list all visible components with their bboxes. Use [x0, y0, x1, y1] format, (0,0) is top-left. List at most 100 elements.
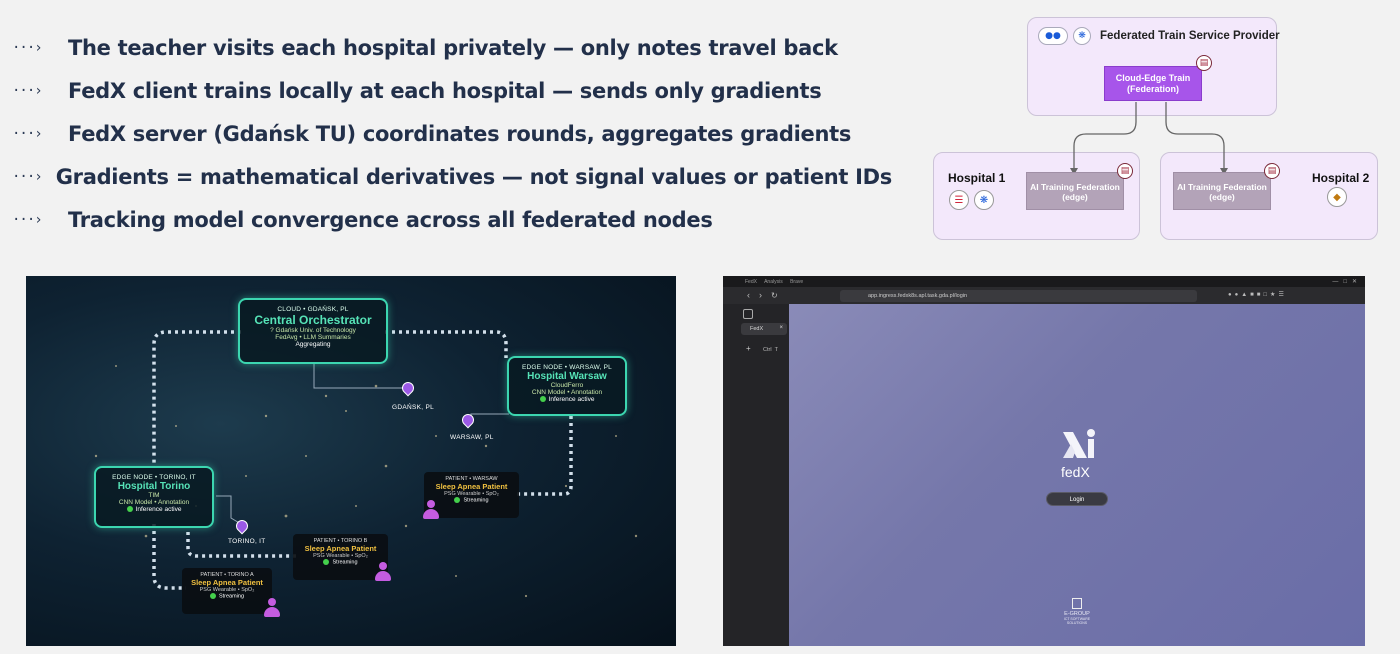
arrow-icon: ···› — [12, 125, 43, 142]
menu-item[interactable]: Analysis — [764, 279, 783, 285]
node-detail: CNN Model • Annotation — [118, 499, 190, 506]
bullet-item: ···› The teacher visits each hospital pr… — [12, 26, 892, 69]
fedx-db-icon: ▤ — [1117, 163, 1133, 179]
provider-title: Federated Train Service Provider — [1100, 30, 1280, 42]
patient-torino-a-card: PATIENT • TORINO A Sleep Apnea Patient P… — [182, 568, 272, 614]
window-controls[interactable]: — □ ✕ — [1332, 278, 1357, 285]
kubernetes-icon: ❋ — [974, 190, 994, 210]
login-button[interactable]: Login — [1046, 492, 1108, 506]
app-name: fedX — [1061, 464, 1090, 480]
person-icon — [263, 598, 281, 618]
node-status: Inference active — [548, 396, 595, 403]
hospital2-label: Hospital 2 — [1312, 171, 1370, 185]
new-tab-shortcut: Ctrl T — [763, 347, 778, 353]
forward-icon[interactable]: › — [759, 290, 762, 300]
patient-status: Streaming — [218, 593, 245, 600]
menu-item[interactable]: Brave — [790, 279, 803, 285]
diagram-connectors — [1070, 102, 1228, 175]
bullet-item: ···› FedX server (Gdańsk TU) coordinates… — [12, 112, 892, 155]
reload-icon[interactable]: ↻ — [771, 291, 778, 300]
node-location: EDGE NODE • WARSAW, PL — [522, 364, 612, 371]
node-location: EDGE NODE • TORINO, IT — [112, 474, 196, 481]
patient-status: Streaming — [463, 497, 489, 504]
new-tab-icon[interactable]: + — [746, 344, 751, 353]
node-detail: CNN Model • Annotation — [531, 389, 603, 396]
ai-training-node-2: AI Training Federation (edge) — [1173, 172, 1271, 210]
node-status: Aggregating — [295, 341, 331, 348]
status-dot-icon — [539, 396, 546, 403]
database-icon: ☰ — [949, 190, 969, 210]
arrow-icon: ···› — [12, 211, 43, 228]
sidebar-toggle-icon[interactable] — [743, 309, 753, 319]
bullet-item: ···› Tracking model convergence across a… — [12, 198, 892, 241]
egroup-logo: E-GROUP ICT SOFTWARE SOLUTIONS — [1055, 598, 1099, 625]
provider-logo-icon: ●● — [1038, 27, 1068, 45]
egroup-mark-icon — [1072, 598, 1082, 609]
kubernetes-icon: ❋ — [1073, 27, 1091, 45]
location-pin-icon — [459, 411, 477, 430]
bullet-text: FedX server (Gdańsk TU) coordinates roun… — [68, 121, 852, 146]
back-icon[interactable]: ‹ — [747, 290, 750, 300]
ai-training-node-1: AI Training Federation (edge) — [1026, 172, 1124, 210]
location-pin-icon — [399, 379, 417, 398]
patient-status: Streaming — [332, 559, 358, 566]
ai-training-sublabel: (edge) — [1062, 192, 1088, 202]
url-text: app.ingress.fedxk8s.apl.task.gda.pl/logi… — [868, 293, 968, 299]
bullet-text: Gradients = mathematical derivatives — n… — [55, 164, 893, 189]
node-detail: FedAvg • LLM Summaries — [275, 334, 351, 341]
status-dot-icon — [209, 593, 216, 599]
city-label: TORINO, IT — [228, 538, 266, 545]
patient-title: Sleep Apnea Patient — [304, 544, 377, 553]
location-pin-icon — [233, 517, 251, 536]
patient-title: Sleep Apnea Patient — [435, 482, 508, 491]
ai-training-label: AI Training Federation — [1177, 182, 1267, 192]
tab-label: FedX — [750, 326, 764, 332]
bullet-text: Tracking model convergence across all fe… — [68, 207, 713, 232]
city-label: GDAŃSK, PL — [392, 404, 435, 411]
node-title: Central Orchestrator — [254, 313, 372, 327]
diamond-icon: ◆ — [1327, 187, 1347, 207]
bullet-item: ···› FedX client trains locally at each … — [12, 69, 892, 112]
bullet-text: FedX client trains locally at each hospi… — [68, 78, 822, 103]
status-dot-icon — [454, 497, 461, 503]
patient-title: Sleep Apnea Patient — [191, 578, 263, 587]
arrow-icon: ···› — [12, 39, 43, 56]
node-title: Hospital Torino — [117, 481, 191, 492]
person-icon — [374, 562, 392, 582]
node-detail: CloudFerro — [550, 382, 584, 389]
close-icon[interactable]: × — [779, 325, 783, 331]
federation-diagram: ●● ❋ Federated Train Service Provider Cl… — [930, 14, 1385, 244]
node-location: CLOUD • GDAŃSK, PL — [277, 306, 349, 313]
cloud-train-label: Cloud-Edge Train — [1115, 73, 1191, 83]
browser-window: FedX Analysis Brave — □ ✕ ‹ › ↻ app.ingr… — [723, 276, 1365, 646]
hospital1-label: Hospital 1 — [948, 171, 1006, 185]
node-detail: ? Gdańsk Univ. of Technology — [270, 327, 356, 334]
extension-icons[interactable]: ●●▲■■□★☰ — [1228, 291, 1287, 298]
arrow-icon: ···› — [12, 168, 43, 185]
address-bar[interactable]: app.ingress.fedxk8s.apl.task.gda.pl/logi… — [840, 290, 1197, 302]
arrow-icon: ···› — [12, 82, 43, 99]
fedx-db-icon: ▤ — [1264, 163, 1280, 179]
node-status: Inference active — [135, 506, 182, 513]
europe-map-image: CLOUD • GDAŃSK, PL Central Orchestrator … — [26, 276, 676, 646]
bullet-list: ···› The teacher visits each hospital pr… — [12, 26, 892, 241]
fedx-db-icon: ▤ — [1196, 55, 1212, 71]
fedx-logo-icon — [1063, 429, 1095, 458]
tab-sidebar: FedX × + Ctrl T — [723, 304, 789, 646]
login-page: fedX Login E-GROUP ICT SOFTWARE SOLUTION… — [789, 304, 1365, 646]
cloud-train-sublabel: (Federation) — [1126, 84, 1179, 94]
tab-fedx[interactable]: FedX × — [741, 323, 787, 335]
node-detail: TIM — [148, 492, 160, 499]
bullet-text: The teacher visits each hospital private… — [68, 35, 838, 60]
menu-item[interactable]: FedX — [745, 279, 757, 285]
hospital-warsaw-node: EDGE NODE • WARSAW, PL Hospital Warsaw C… — [507, 356, 627, 416]
ai-training-sublabel: (edge) — [1209, 192, 1235, 202]
hospital-torino-node: EDGE NODE • TORINO, IT Hospital Torino T… — [94, 466, 214, 528]
ai-training-label: AI Training Federation — [1030, 182, 1120, 192]
browser-toolbar: ‹ › ↻ app.ingress.fedxk8s.apl.task.gda.p… — [723, 287, 1365, 304]
status-dot-icon — [126, 506, 133, 513]
city-label: WARSAW, PL — [450, 434, 494, 441]
central-orchestrator-node: CLOUD • GDAŃSK, PL Central Orchestrator … — [238, 298, 388, 364]
browser-titlebar: FedX Analysis Brave — □ ✕ — [723, 276, 1365, 287]
node-title: Hospital Warsaw — [527, 371, 607, 382]
